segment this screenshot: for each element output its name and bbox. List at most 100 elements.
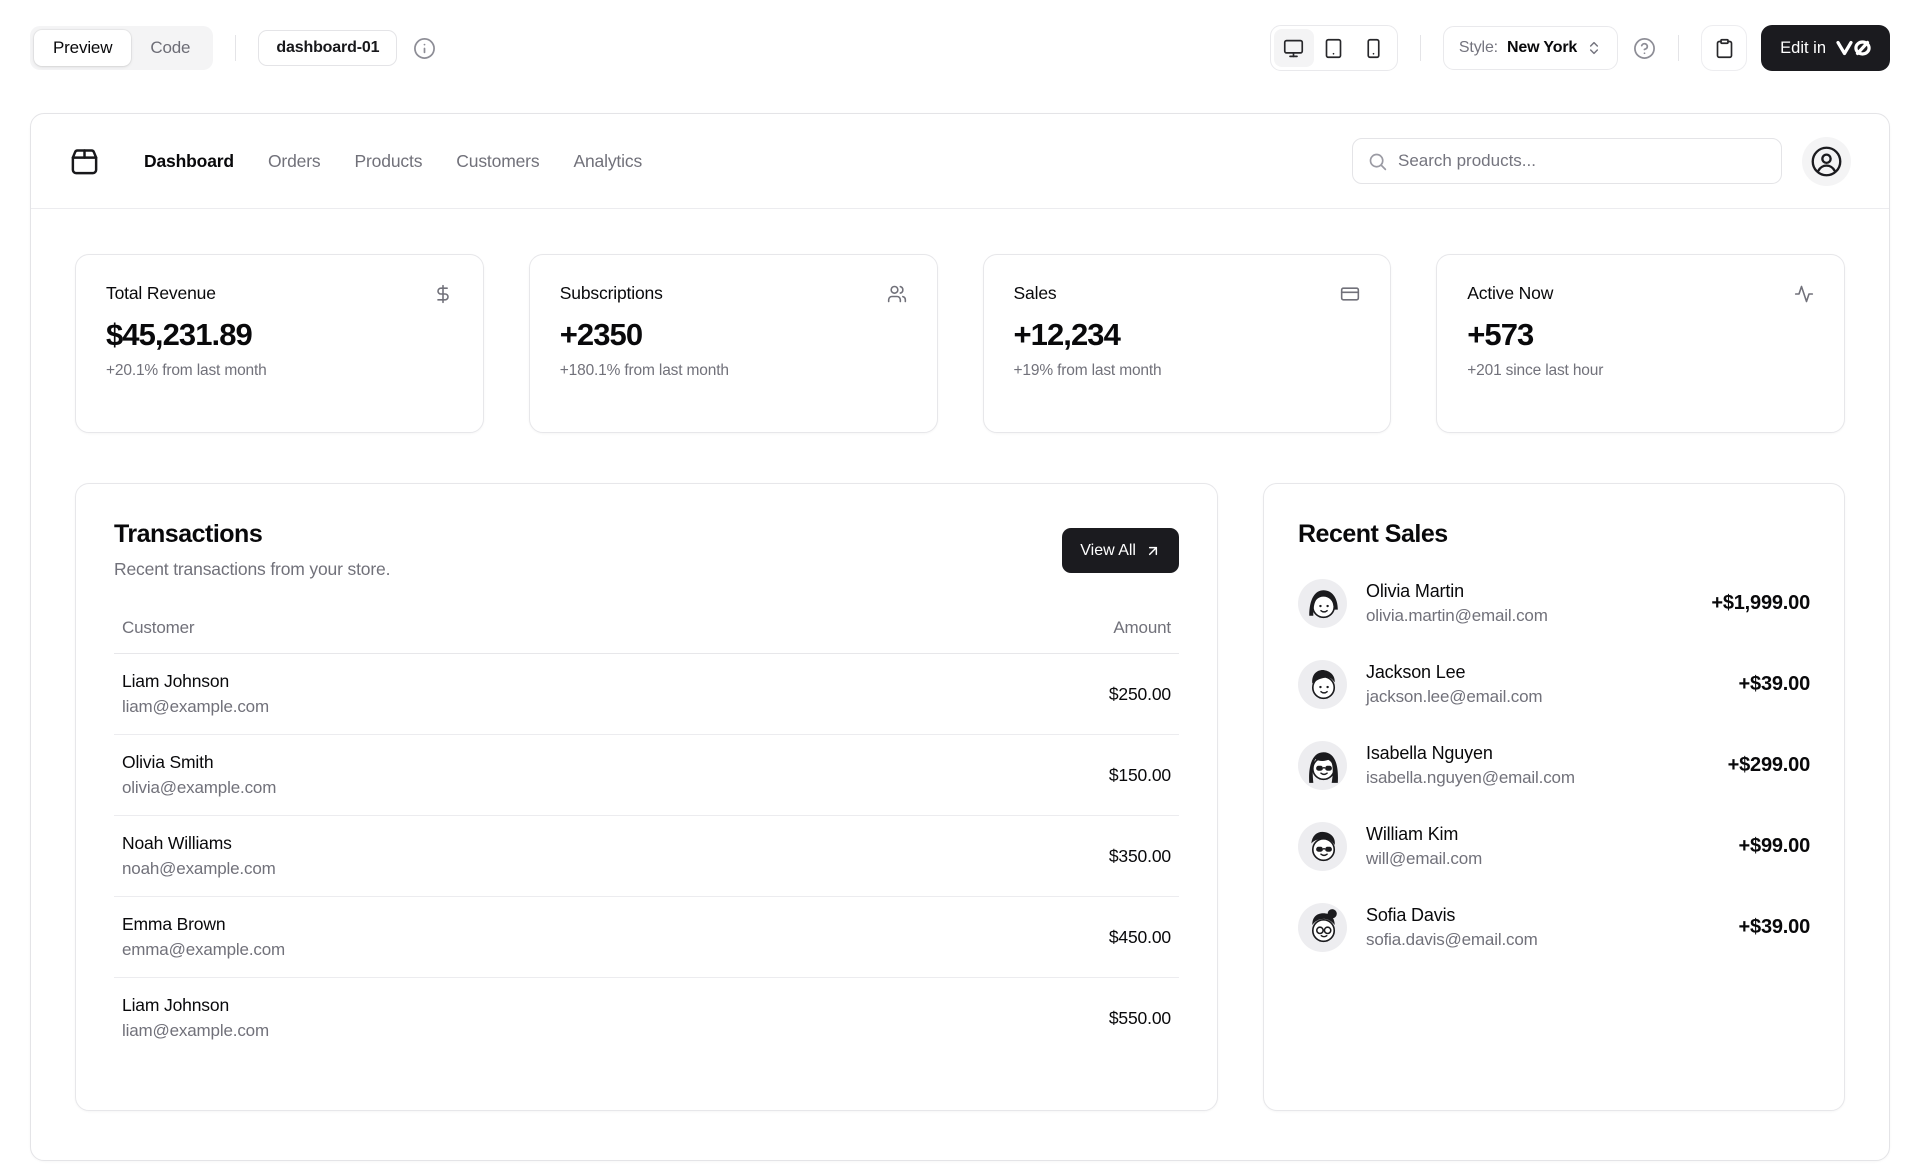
- sale-customer-email: olivia.martin@email.com: [1366, 606, 1548, 626]
- chevrons-up-down-icon: [1586, 40, 1602, 56]
- stat-value: +573: [1467, 317, 1814, 353]
- dashboard-preview-panel: Dashboard Orders Products Customers Anal…: [30, 113, 1890, 1161]
- app-header: Dashboard Orders Products Customers Anal…: [31, 114, 1889, 209]
- nav-item-orders[interactable]: Orders: [268, 151, 321, 172]
- view-all-button[interactable]: View All: [1062, 528, 1179, 573]
- stats-row: Total Revenue $45,231.89 +20.1% from las…: [75, 254, 1845, 433]
- stat-change: +201 since last hour: [1467, 362, 1814, 380]
- avatar: [1298, 822, 1347, 871]
- table-row[interactable]: Emma Brown emma@example.com $450.00: [114, 897, 1179, 978]
- list-item[interactable]: William Kim will@email.com +$99.00: [1298, 822, 1810, 871]
- main-nav: Dashboard Orders Products Customers Anal…: [144, 151, 642, 172]
- sale-customer-name: Isabella Nguyen: [1366, 743, 1575, 764]
- search-icon: [1367, 151, 1388, 172]
- customer-name: Liam Johnson: [122, 671, 269, 692]
- nav-item-dashboard[interactable]: Dashboard: [144, 151, 234, 172]
- edit-in-v0-button[interactable]: Edit in: [1761, 25, 1890, 71]
- stat-title: Active Now: [1467, 283, 1553, 304]
- customer-email: liam@example.com: [122, 1021, 269, 1041]
- clipboard-icon: [1714, 38, 1735, 59]
- sale-customer-email: will@email.com: [1366, 849, 1482, 869]
- sale-customer-name: William Kim: [1366, 824, 1482, 845]
- stat-value: $45,231.89: [106, 317, 453, 353]
- sale-customer-name: Jackson Lee: [1366, 662, 1542, 683]
- recent-sales-card: Recent Sales Olivia Martin olivia.martin…: [1263, 483, 1845, 1111]
- view-tab-group: Preview Code: [30, 26, 213, 70]
- sale-customer-email: isabella.nguyen@email.com: [1366, 768, 1575, 788]
- user-menu-button[interactable]: [1802, 137, 1851, 186]
- activity-icon: [1794, 284, 1814, 304]
- table-row[interactable]: Noah Williams noah@example.com $350.00: [114, 816, 1179, 897]
- stat-card-total-revenue: Total Revenue $45,231.89 +20.1% from las…: [75, 254, 484, 433]
- search-input[interactable]: [1398, 151, 1767, 171]
- smartphone-toggle-button[interactable]: [1354, 29, 1394, 67]
- list-item[interactable]: Jackson Lee jackson.lee@email.com +$39.0…: [1298, 660, 1810, 709]
- divider: [1678, 35, 1679, 61]
- desktop-toggle-button[interactable]: [1274, 29, 1314, 67]
- circle-user-icon: [1810, 145, 1843, 178]
- transactions-description: Recent transactions from your store.: [114, 559, 390, 580]
- sale-customer-email: sofia.davis@email.com: [1366, 930, 1538, 950]
- stat-value: +2350: [560, 317, 907, 353]
- nav-item-products[interactable]: Products: [355, 151, 423, 172]
- customer-email: olivia@example.com: [122, 778, 276, 798]
- tab-preview[interactable]: Preview: [34, 30, 131, 66]
- tab-code[interactable]: Code: [131, 30, 209, 66]
- monitor-icon: [1283, 38, 1304, 59]
- smartphone-icon: [1363, 38, 1384, 59]
- view-all-label: View All: [1080, 542, 1136, 560]
- toolbar-right: Style: New York Edit in: [1270, 25, 1890, 71]
- stat-change: +20.1% from last month: [106, 362, 453, 380]
- avatar: [1298, 903, 1347, 952]
- customer-name: Emma Brown: [122, 914, 285, 935]
- list-item[interactable]: Isabella Nguyen isabella.nguyen@email.co…: [1298, 741, 1810, 790]
- recent-sales-title: Recent Sales: [1298, 520, 1810, 549]
- transactions-card: Transactions Recent transactions from yo…: [75, 483, 1218, 1111]
- stat-card-sales: Sales +12,234 +19% from last month: [983, 254, 1392, 433]
- nav-item-customers[interactable]: Customers: [456, 151, 539, 172]
- avatar: [1298, 741, 1347, 790]
- credit-card-icon: [1340, 284, 1360, 304]
- dashboard-content: Total Revenue $45,231.89 +20.1% from las…: [31, 209, 1889, 1111]
- stat-change: +180.1% from last month: [560, 362, 907, 380]
- info-icon[interactable]: [413, 37, 436, 60]
- customer-email: noah@example.com: [122, 859, 276, 879]
- stat-change: +19% from last month: [1014, 362, 1361, 380]
- sale-amount: +$39.00: [1739, 673, 1810, 696]
- stat-title: Subscriptions: [560, 283, 663, 304]
- divider: [235, 35, 236, 61]
- stat-value: +12,234: [1014, 317, 1361, 353]
- list-item[interactable]: Olivia Martin olivia.martin@email.com +$…: [1298, 579, 1810, 628]
- table-header-row: Customer Amount: [114, 606, 1179, 654]
- table-row[interactable]: Liam Johnson liam@example.com $550.00: [114, 978, 1179, 1058]
- transaction-amount: $450.00: [1109, 927, 1171, 948]
- avatar: [1298, 579, 1347, 628]
- divider: [1420, 35, 1421, 61]
- column-header-customer: Customer: [122, 618, 194, 638]
- recent-sales-list: Olivia Martin olivia.martin@email.com +$…: [1298, 579, 1810, 952]
- stat-card-active-now: Active Now +573 +201 since last hour: [1436, 254, 1845, 433]
- avatar: [1298, 660, 1347, 709]
- transactions-table: Customer Amount Liam Johnson liam@exampl…: [114, 606, 1179, 1058]
- package-brand-icon[interactable]: [69, 146, 100, 177]
- list-item[interactable]: Sofia Davis sofia.davis@email.com +$39.0…: [1298, 903, 1810, 952]
- help-circle-icon[interactable]: [1633, 37, 1656, 60]
- sale-customer-name: Olivia Martin: [1366, 581, 1548, 602]
- main-row: Transactions Recent transactions from yo…: [75, 483, 1845, 1111]
- tablet-toggle-button[interactable]: [1314, 29, 1354, 67]
- nav-item-analytics[interactable]: Analytics: [573, 151, 642, 172]
- v0-logo-icon: [1836, 40, 1871, 56]
- dollar-sign-icon: [433, 284, 453, 304]
- copy-code-button[interactable]: [1701, 25, 1747, 71]
- customer-name: Olivia Smith: [122, 752, 276, 773]
- table-row[interactable]: Olivia Smith olivia@example.com $150.00: [114, 735, 1179, 816]
- stat-title: Sales: [1014, 283, 1057, 304]
- sale-amount: +$39.00: [1739, 916, 1810, 939]
- table-row[interactable]: Liam Johnson liam@example.com $250.00: [114, 654, 1179, 735]
- style-select[interactable]: Style: New York: [1443, 26, 1618, 70]
- edit-in-v0-label: Edit in: [1780, 39, 1826, 58]
- customer-name: Noah Williams: [122, 833, 276, 854]
- users-icon: [887, 284, 907, 304]
- sale-amount: +$99.00: [1739, 835, 1810, 858]
- sale-customer-email: jackson.lee@email.com: [1366, 687, 1542, 707]
